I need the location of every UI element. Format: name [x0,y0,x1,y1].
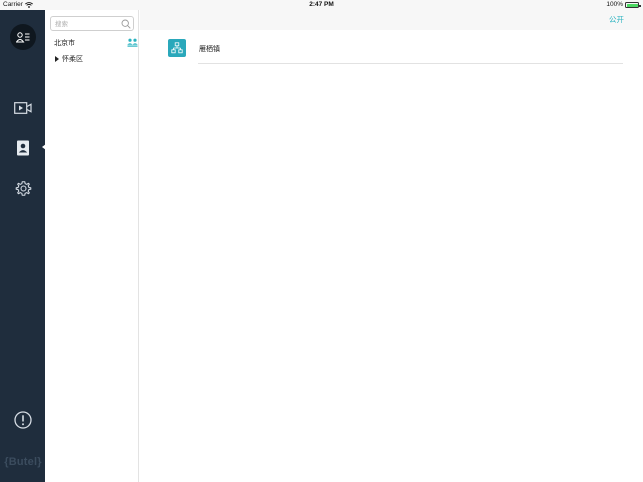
tree-node-district[interactable]: 怀柔区 [55,54,83,64]
search-icon[interactable] [121,19,131,29]
settings-nav-button[interactable] [11,176,35,200]
user-list-icon [16,31,30,42]
battery-info: 100% [606,0,641,10]
profile-button[interactable] [10,24,36,50]
org-chart-icon [168,39,186,57]
exclamation-circle-icon [14,411,32,429]
about-nav-button[interactable] [11,408,35,432]
tree-node-district-label: 怀柔区 [62,55,83,63]
brand-logo: {Butel} [4,456,42,468]
public-button[interactable]: 公开 [609,14,624,25]
main-content: 公开 雁栖镇 [140,10,643,482]
battery-icon [625,2,641,8]
region-tree-panel: 北京市 怀柔区 [45,10,139,482]
content-header: 公开 [140,10,643,30]
battery-percent: 100% [606,1,623,8]
search-bar [50,16,134,31]
video-nav-button[interactable] [11,96,35,120]
status-bar: Carrier 2:47 PM 100% [0,0,643,10]
tree-node-city[interactable]: 北京市 [54,38,75,48]
app-screen: Carrier 2:47 PM 100% {Butel} 搜索 北京市 怀柔区 … [0,0,643,482]
contacts-nav-button[interactable] [11,136,35,160]
status-time: 2:47 PM [309,1,334,8]
search-input[interactable] [55,18,119,29]
video-play-icon [14,102,32,114]
sidebar-nav: {Butel} [0,10,46,482]
contact-book-icon [17,140,29,156]
group-members-icon[interactable] [127,38,138,47]
expand-triangle-icon [55,56,59,62]
list-item-label: 雁栖镇 [199,45,220,53]
row-divider [198,63,623,64]
list-item[interactable]: 雁栖镇 [140,36,643,64]
gear-icon [15,180,31,196]
